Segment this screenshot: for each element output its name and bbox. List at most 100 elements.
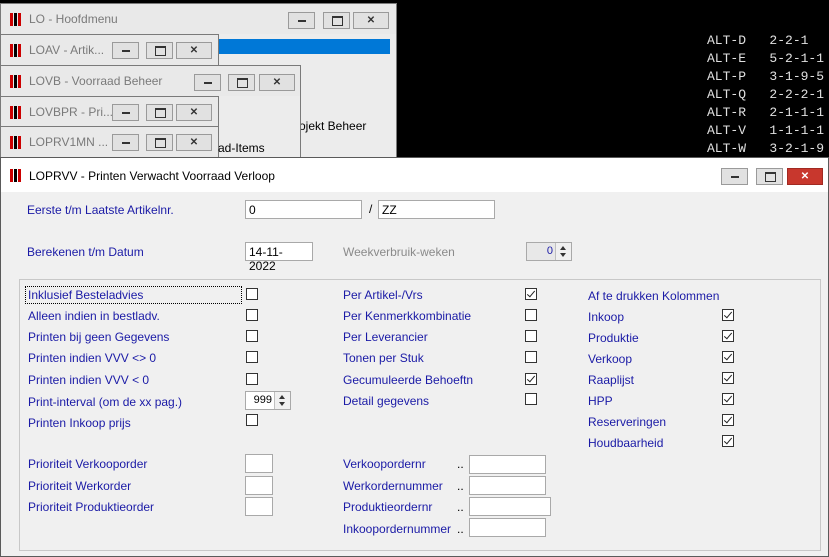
prioriteit-produktieorder-input[interactable] [245,497,273,516]
column-hpp-label: HPP [588,394,613,408]
verkoopordernr-input[interactable] [469,455,546,474]
prioriteit-werkorder-input[interactable] [245,476,273,495]
produktieordernr-input[interactable] [469,497,551,516]
option-geen-gegevens-checkbox[interactable] [246,330,258,342]
prioriteit-werkorder-label: Prioriteit Werkorder [28,479,132,493]
dialog-loprvv[interactable]: LOPRVV - Printen Verwacht Voorraad Verlo… [0,157,829,557]
column-raaplijst-label: Raaplijst [588,373,635,387]
column-produktie-checkbox[interactable] [722,330,734,342]
column-houdbaarheid-checkbox[interactable] [722,435,734,447]
app-icon [10,136,22,149]
close-button[interactable]: ✕ [176,134,212,151]
spinner-arrows-icon[interactable] [555,243,571,260]
option-gecumuleerde-checkbox[interactable] [525,373,537,385]
close-button[interactable]: ✕ [787,168,823,185]
minimize-button[interactable] [112,104,139,121]
maximize-button[interactable] [756,168,783,185]
option-inkoop-prijs-label: Printen Inkoop prijs [28,416,131,430]
inkoopordernummer-input[interactable] [469,518,546,537]
verkoopordernr-dots: .. [457,457,464,471]
maximize-button[interactable] [228,74,255,91]
window-titlebar[interactable]: LOPRV1MN ... ✕ [1,127,218,157]
column-raaplijst-checkbox[interactable] [722,372,734,384]
option-vvv-lt-0-checkbox[interactable] [246,373,258,385]
produktieordernr-dots: .. [457,500,464,514]
maximize-button[interactable] [146,134,173,151]
artikel-range-label: Eerste t/m Laatste Artikelnr. [27,203,174,217]
window-title: LOPRV1MN ... [29,135,109,149]
window-titlebar[interactable]: LOVB - Voorraad Beheer ✕ [1,66,300,96]
maximize-button[interactable] [146,104,173,121]
minimize-button[interactable] [194,74,221,91]
option-per-artikel-label: Per Artikel-/Vrs [343,288,423,302]
column-reserveringen-label: Reserveringen [588,415,667,429]
app-icon [10,106,22,119]
window-title: LOAV - Artik... [29,43,105,57]
option-detail-gegevens-label: Detail gegevens [343,394,430,408]
artikel-to-input[interactable]: ZZ [378,200,495,219]
option-per-leverancier-checkbox[interactable] [525,330,537,342]
terminal-line: ALT-V 1-1-1-1 [707,123,825,138]
option-vvv-ne-0-checkbox[interactable] [246,351,258,363]
close-button[interactable]: ✕ [353,12,389,29]
app-icon [10,13,22,26]
window-title: LOVBPR - Pri... [29,105,114,119]
option-geen-gegevens-label: Printen bij geen Gegevens [28,330,170,344]
prioriteit-verkooporder-label: Prioriteit Verkooporder [28,457,148,471]
dialog-titlebar[interactable]: LOPRVV - Printen Verwacht Voorraad Verlo… [1,158,828,192]
app-icon [10,169,22,182]
option-per-artikel-checkbox[interactable] [525,288,537,300]
werkordernummer-dots: .. [457,479,464,493]
option-vvv-lt-0-label: Printen indien VVV < 0 [28,373,150,387]
option-inklusief-besteladvies-checkbox[interactable] [246,288,258,300]
app-icon [10,75,22,88]
option-alleen-bestladv-checkbox[interactable] [246,309,258,321]
window-title: LO - Hoofdmenu [29,12,118,26]
option-tonen-per-stuk-label: Tonen per Stuk [343,351,424,365]
werkordernummer-label: Werkordernummer [343,479,443,493]
column-reserveringen-checkbox[interactable] [722,414,734,426]
terminal-line: ALT-W 3-2-1-9 [707,141,825,156]
option-per-leverancier-label: Per Leverancier [343,330,428,344]
close-button[interactable]: ✕ [176,42,212,59]
werkordernummer-input[interactable] [469,476,546,495]
minimize-button[interactable] [112,134,139,151]
column-hpp-checkbox[interactable] [722,393,734,405]
terminal-line: ALT-E 5-2-1-1 [707,51,825,66]
terminal-line: ALT-D 2-2-1 [707,33,809,48]
column-inkoop-checkbox[interactable] [722,309,734,321]
print-interval-value: 999 [253,394,272,406]
range-separator: / [369,202,373,216]
weekverbruik-spinner[interactable]: 0 [526,242,572,261]
option-tonen-per-stuk-checkbox[interactable] [525,351,537,363]
spinner-arrows-icon[interactable] [274,392,290,409]
minimize-button[interactable] [288,12,315,29]
option-inklusief-besteladvies-label[interactable]: Inklusief Besteladvies [25,286,242,304]
prioriteit-verkooporder-input[interactable] [245,454,273,473]
menu-item[interactable]: ojekt Beheer [299,119,366,133]
app-icon [10,44,22,57]
column-verkoop-label: Verkoop [588,352,633,366]
menu-selection-highlight[interactable] [216,39,390,54]
window-titlebar[interactable]: LO - Hoofdmenu ✕ [1,4,396,34]
option-detail-gegevens-checkbox[interactable] [525,393,537,405]
maximize-button[interactable] [146,42,173,59]
print-interval-spinner[interactable]: 999 [245,391,291,410]
option-per-kenmerk-checkbox[interactable] [525,309,537,321]
column-verkoop-checkbox[interactable] [722,351,734,363]
menu-item[interactable]: ad-Items [218,141,265,155]
maximize-button[interactable] [323,12,350,29]
close-button[interactable]: ✕ [259,74,295,91]
option-alleen-bestladv-label: Alleen indien in bestladv. [28,309,160,323]
artikel-from-input[interactable]: 0 [245,200,362,219]
minimize-button[interactable] [721,168,748,185]
dialog-title: LOPRVV - Printen Verwacht Voorraad Verlo… [29,169,275,183]
option-inkoop-prijs-checkbox[interactable] [246,414,258,426]
window-titlebar[interactable]: LOVBPR - Pri... ✕ [1,97,218,127]
datum-input[interactable]: 14-11-2022 [245,242,313,273]
close-button[interactable]: ✕ [176,104,212,121]
terminal-line: ALT-Q 2-2-2-1 [707,87,825,102]
minimize-button[interactable] [112,42,139,59]
window-title: LOVB - Voorraad Beheer [29,74,163,88]
window-titlebar[interactable]: LOAV - Artik... ✕ [1,35,218,65]
